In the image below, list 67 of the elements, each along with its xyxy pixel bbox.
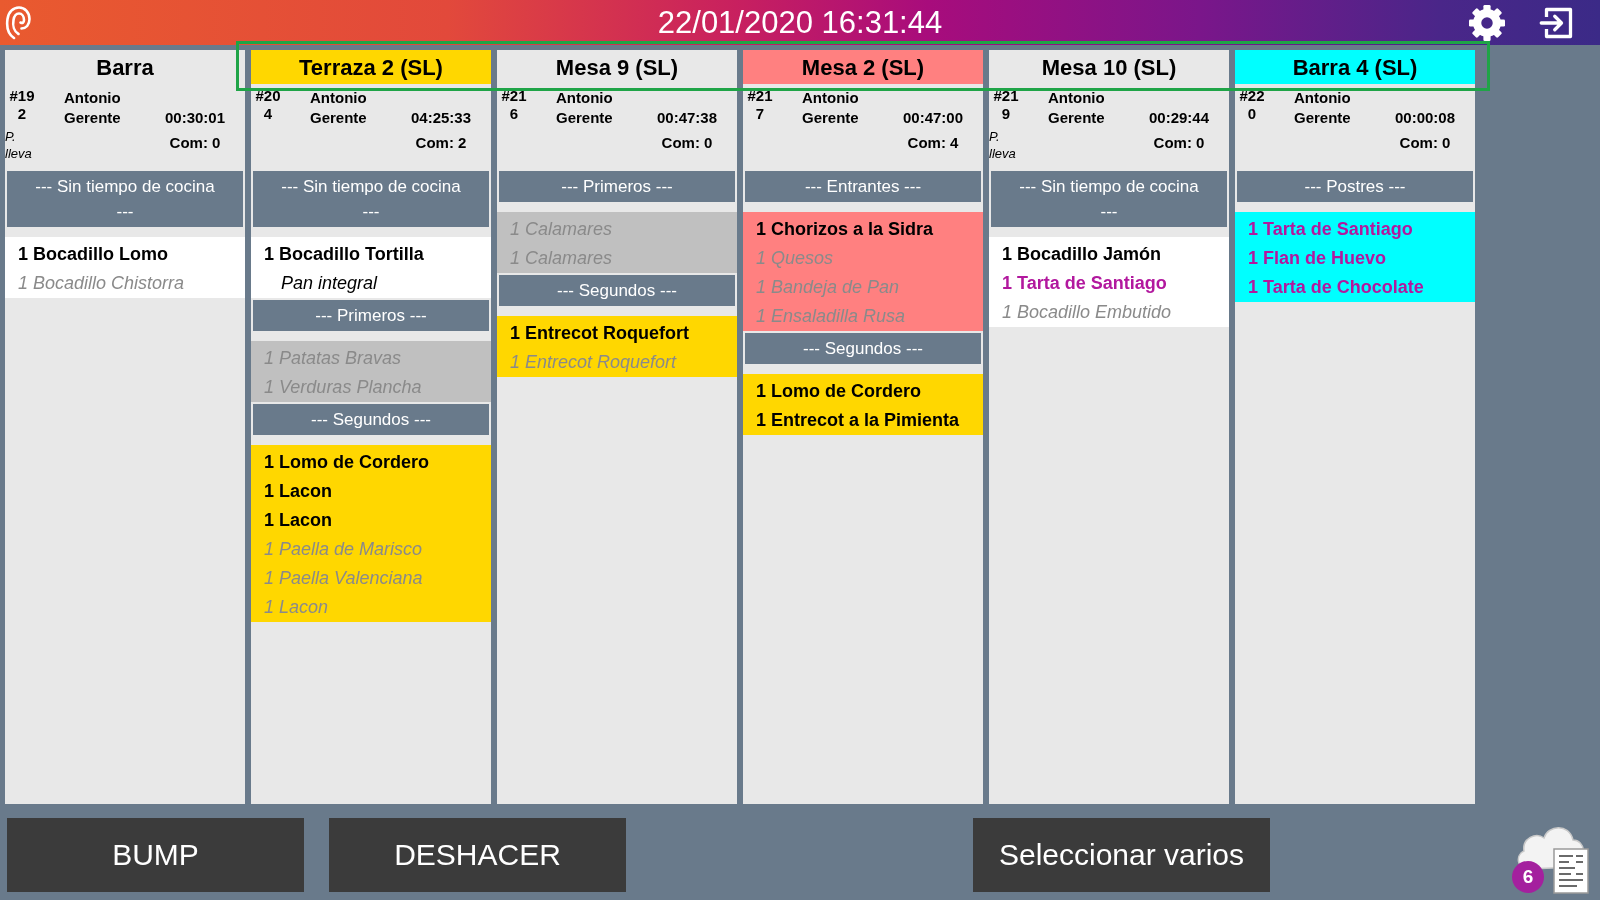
order-item[interactable]: 1 Lomo de Cordero [756, 377, 921, 406]
ticket-count-badge: 6 [1512, 861, 1544, 893]
waiter-name: Antonio Gerente [1293, 88, 1352, 128]
waiter-name: Antonio Gerente [63, 88, 122, 128]
select-multiple-button[interactable]: Seleccionar varios [973, 818, 1270, 892]
order-number: #204 [254, 87, 282, 123]
order-card[interactable]: Mesa 2 (SL) #217 Antonio Gerente 00:47:00 Com: 4 --- Entrantes --- 1 Chorizos a la Sidra 1 Quesos 1 Bandeja de Pan 1 Ensaladilla Rusa --- Segundos --- 1 Lomo de Cordero 1 Entrecot a la Pimienta [743, 50, 983, 804]
order-card[interactable] [251, 50, 491, 804]
comment-count: Com: 0 [660, 133, 714, 153]
order-item[interactable]: 1 Bocadillo Jamón [1002, 240, 1162, 269]
waiter-name: Antonio Gerente [309, 88, 368, 128]
waiter-name: Antonio Gerente [1047, 88, 1106, 128]
order-item[interactable]: 1 Entrecot a la Pimienta [756, 406, 960, 435]
order-item[interactable]: 1 Tarta de Chocolate [1248, 273, 1424, 302]
waiter-name: Antonio Gerente [555, 88, 614, 128]
order-item[interactable]: 1 Tarta de Santiago [1248, 215, 1413, 244]
logo-icon [5, 5, 31, 40]
elapsed-time: 00:00:08 [1393, 108, 1456, 128]
order-number: #216 [500, 87, 528, 123]
course-header: --- Postres --- [1237, 171, 1473, 202]
comment-count: Com: 2 [414, 133, 468, 153]
order-number: #219 [992, 87, 1020, 123]
order-item[interactable]: 1 Bocadillo Lomo [18, 240, 168, 269]
course-header: --- Segundos --- [499, 275, 735, 306]
order-item[interactable]: 1 Chorizos a la Sidra [756, 215, 934, 244]
elapsed-time: 00:47:38 [655, 108, 718, 128]
order-number: #220 [1238, 87, 1266, 123]
order-item[interactable]: 1 Bocadillo Tortilla [264, 240, 424, 269]
comment-count: Com: 0 [168, 133, 222, 153]
order-card[interactable]: Barra 4 (SL) #220 Antonio Gerente 00:00:08 Com: 0 --- Postres --- 1 Tarta de Santiago 1 Flan de Huevo 1 Tarta de Chocolate [1235, 50, 1475, 804]
order-number: #217 [746, 87, 774, 123]
order-number: #192 [8, 87, 36, 123]
course-header: --- Sin tiempo de cocina --- [253, 171, 489, 227]
undo-button[interactable]: DESHACER [329, 818, 626, 892]
order-item[interactable]: 1 Entrecot Roquefort [510, 319, 689, 348]
order-note: P. lleva [5, 128, 32, 162]
order-item[interactable]: 1 Tarta de Santiago [1002, 269, 1167, 298]
elapsed-time: 00:30:01 [163, 108, 226, 128]
order-note: P. lleva [989, 128, 1016, 162]
course-header: --- Entrantes --- [745, 171, 981, 202]
card-title: Barra 4 (SL) [1235, 50, 1475, 84]
order-item[interactable]: 1 Flan de Huevo [1248, 244, 1387, 273]
course-header: --- Primeros --- [253, 300, 489, 331]
elapsed-time: 04:25:33 [409, 108, 472, 128]
waiter-name: Antonio Gerente [801, 88, 860, 128]
order-card[interactable]: Mesa 10 (SL) #219 Antonio Gerente 00:29:44 P. lleva Com: 0 --- Sin tiempo de cocina --- 1 Bocadillo Jamón 1 Tarta de Santiago 1 Bocadillo Embutido [989, 50, 1229, 804]
card-title: Terraza 2 (SL) [251, 50, 491, 84]
course-header: --- Sin tiempo de cocina --- [7, 171, 243, 227]
order-item[interactable]: 1 Lacon [264, 506, 333, 535]
date-time: 22/01/2020 16:31:44 [657, 4, 943, 42]
bump-button[interactable]: BUMP [7, 818, 304, 892]
course-header: --- Sin tiempo de cocina --- [991, 171, 1227, 227]
comment-count: Com: 0 [1398, 133, 1452, 153]
order-item[interactable]: 1 Bocadillo Chistorra [18, 269, 185, 298]
comment-count: Com: 4 [906, 133, 960, 153]
course-header: --- Segundos --- [253, 404, 489, 435]
course-header: --- Primeros --- [499, 171, 735, 202]
order-item[interactable]: 1 Lacon [264, 477, 333, 506]
card-title: Mesa 2 (SL) [743, 50, 983, 84]
settings-icon[interactable] [1469, 4, 1505, 41]
order-card[interactable]: Barra #192 Antonio Gerente 00:30:01 P. lleva Com: 0 --- Sin tiempo de cocina --- 1 Bocadillo Lomo 1 Bocadillo Chistorra [5, 50, 245, 804]
elapsed-time: 00:47:00 [901, 108, 964, 128]
course-header: --- Segundos --- [745, 333, 981, 364]
item-note: Pan integral [281, 272, 378, 295]
order-item[interactable]: 1 Lomo de Cordero [264, 448, 429, 477]
comment-count: Com: 0 [1152, 133, 1206, 153]
elapsed-time: 00:29:44 [1147, 108, 1210, 128]
